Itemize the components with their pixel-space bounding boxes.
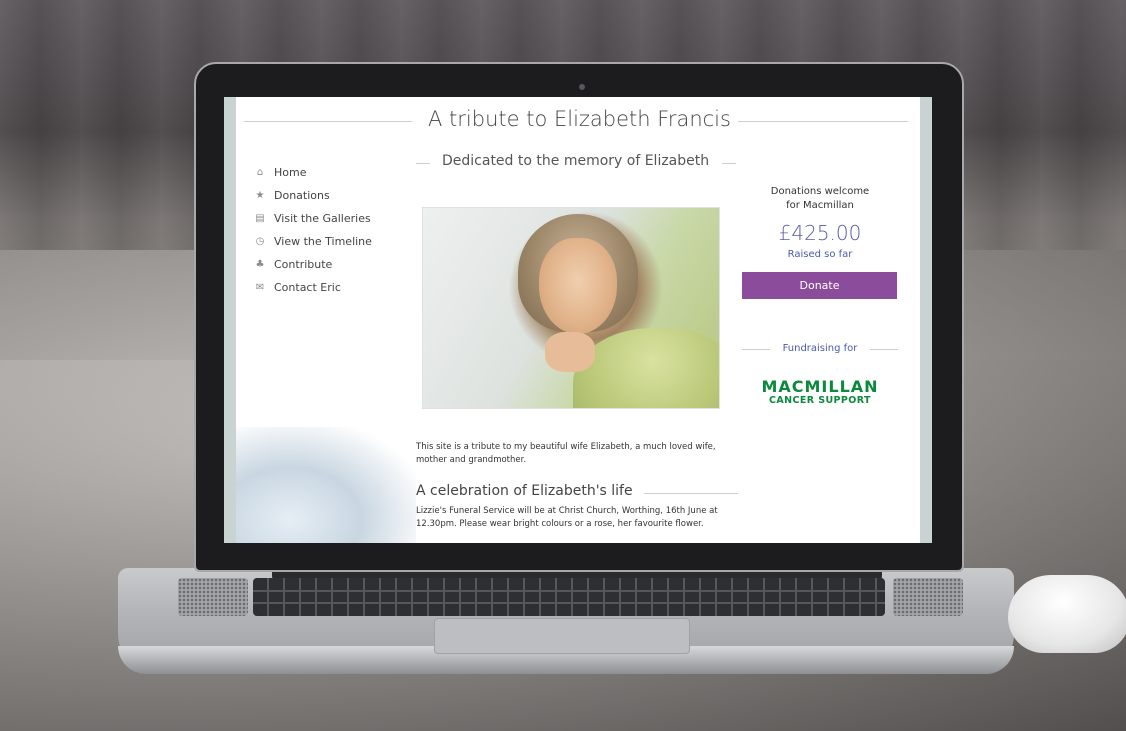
macmillan-logo-line1: MACMILLAN <box>761 377 879 396</box>
dedicated-rule-right <box>722 163 736 164</box>
intro-text: This site is a tribute to my beautiful w… <box>416 442 716 465</box>
nav-item-donations[interactable]: ★ Donations <box>254 184 372 207</box>
funeral-text: Lizzie's Funeral Service will be at Chri… <box>416 506 718 529</box>
nav-item-label: Contribute <box>274 258 333 271</box>
dedicated-heading: Dedicated to the memory of Elizabeth <box>442 153 710 169</box>
elizabeth-photo <box>422 207 720 409</box>
laptop-trackpad <box>434 618 690 654</box>
donation-amount: £425.00 <box>778 221 862 245</box>
left-speaker-grille <box>178 578 248 616</box>
donate-button[interactable]: Donate <box>742 272 897 299</box>
laptop-keyboard <box>253 578 885 616</box>
right-speaker-grille <box>893 578 963 616</box>
fundraising-rule-left <box>742 349 770 350</box>
nav-item-label: Donations <box>274 189 330 202</box>
webcam-icon <box>579 84 585 90</box>
celebration-heading: A celebration of Elizabeth's life <box>416 483 633 499</box>
nav-item-timeline[interactable]: ◷ View the Timeline <box>254 230 372 253</box>
donations-welcome-line1: Donations welcome <box>770 186 870 197</box>
star-icon: ★ <box>255 190 265 201</box>
nav-item-galleries[interactable]: ▤ Visit the Galleries <box>254 207 372 230</box>
left-page-border <box>224 97 236 543</box>
nav-item-label: View the Timeline <box>274 235 372 248</box>
macmillan-logo-line2: CANCER SUPPORT <box>769 395 871 406</box>
contribute-icon: ♣ <box>255 259 265 270</box>
fundraising-label: Fundraising for <box>742 343 898 354</box>
nav-item-contribute[interactable]: ♣ Contribute <box>254 253 372 276</box>
sidebar-nav: ⌂ Home ★ Donations ▤ Visit the Galleries… <box>254 161 372 299</box>
dedicated-rule-left <box>416 163 430 164</box>
photo-clothing <box>573 328 719 408</box>
raised-label: Raised so far <box>787 249 853 260</box>
nav-item-label: Visit the Galleries <box>274 212 371 225</box>
home-icon: ⌂ <box>256 167 264 178</box>
clock-icon: ◷ <box>255 236 265 247</box>
donation-panel: Donations welcome for Macmillan £425.00 … <box>742 185 898 299</box>
sky-clouds-image <box>236 427 416 543</box>
photo-hand <box>545 332 595 372</box>
fundraising-rule-right <box>870 349 898 350</box>
page-title: A tribute to Elizabeth Francis <box>428 107 731 131</box>
gallery-icon: ▤ <box>255 213 265 224</box>
envelope-icon: ✉ <box>255 282 265 293</box>
donations-welcome-line2: for Macmillan <box>786 200 854 211</box>
laptop-screen: A tribute to Elizabeth Francis ⌂ Home ★ … <box>224 97 932 543</box>
right-page-border <box>920 97 932 543</box>
nav-item-label: Contact Eric <box>274 281 341 294</box>
mouse <box>1008 575 1126 653</box>
title-rule-left <box>244 121 412 122</box>
macmillan-logo[interactable]: MACMILLAN CANCER SUPPORT <box>756 377 884 407</box>
celebration-rule <box>644 493 738 494</box>
nav-item-home[interactable]: ⌂ Home <box>254 161 372 184</box>
nav-item-label: Home <box>274 166 307 179</box>
title-rule-right <box>738 121 908 122</box>
tribute-website: A tribute to Elizabeth Francis ⌂ Home ★ … <box>236 97 920 543</box>
nav-item-contact[interactable]: ✉ Contact Eric <box>254 276 372 299</box>
fundraising-text: Fundraising for <box>782 343 858 354</box>
laptop-lid: A tribute to Elizabeth Francis ⌂ Home ★ … <box>194 62 964 572</box>
title-row: A tribute to Elizabeth Francis <box>236 107 920 137</box>
photo-face <box>539 238 617 334</box>
